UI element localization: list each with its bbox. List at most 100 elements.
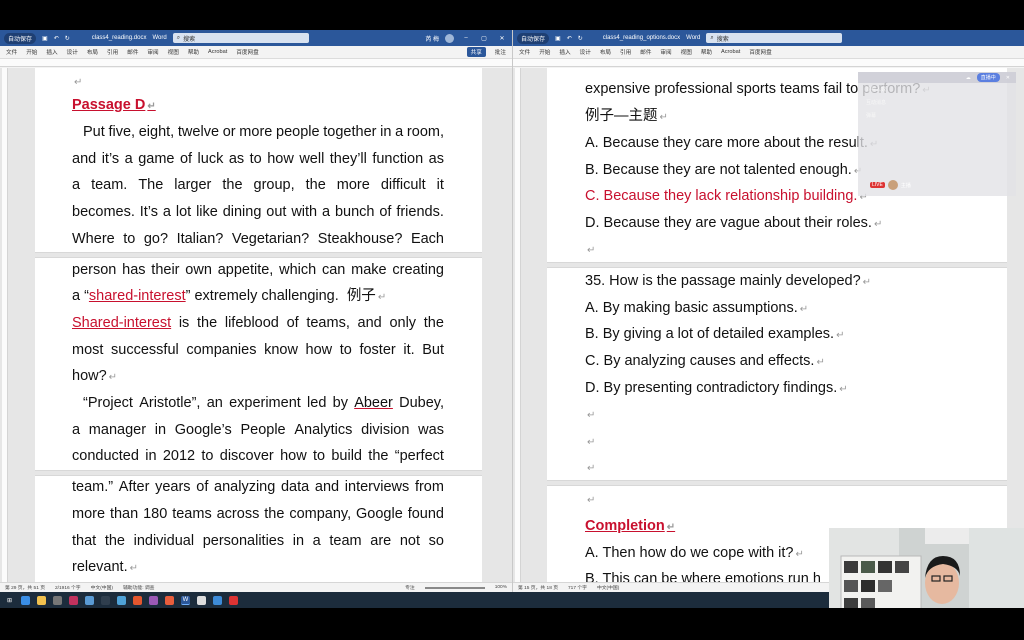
word: Where [72, 231, 115, 247]
app-icon[interactable] [229, 595, 238, 605]
app-icon[interactable] [197, 595, 206, 605]
zoom-slider[interactable] [424, 586, 485, 589]
word: to [201, 448, 214, 464]
word: how [280, 448, 307, 464]
accessibility[interactable]: 辅助功能: 调查 [123, 584, 154, 591]
horizontal-ruler[interactable] [0, 59, 512, 67]
vertical-ruler[interactable] [515, 68, 521, 582]
focus-mode-button[interactable]: 专注 [405, 584, 415, 591]
live-status-pill[interactable]: 直播中 [976, 73, 1000, 82]
firefox-icon[interactable] [133, 595, 142, 605]
search-box[interactable]: ⌕ 搜索 [706, 33, 843, 43]
left-title-bar: 自动保存 ▣ ↶ ↻ class4_reading.docx Word ⌕ 搜索… [0, 30, 512, 46]
word: a [124, 151, 133, 167]
redo-icon[interactable]: ↻ [65, 35, 70, 42]
autosave-toggle[interactable]: 自动保存 [517, 32, 550, 44]
app-icon[interactable] [101, 595, 110, 605]
app-icon[interactable] [149, 595, 158, 605]
page-count[interactable]: 第 29 页，共 51 页 [5, 584, 45, 591]
word: team. [91, 177, 128, 193]
folder-icon[interactable] [37, 595, 46, 605]
tab-home[interactable]: 开始 [539, 48, 550, 56]
tab-insert[interactable]: 插入 [559, 48, 570, 56]
tab-layout[interactable]: 布局 [600, 48, 611, 56]
tab-baidu[interactable]: 百度网盘 [749, 48, 771, 56]
word: build [331, 448, 362, 464]
tab-references[interactable]: 引用 [107, 48, 118, 56]
tab-acrobat[interactable]: Acrobat [721, 49, 740, 55]
cloud-icon: ☁ [965, 74, 971, 81]
close-icon[interactable]: ✕ [496, 35, 508, 42]
maximize-icon[interactable]: ▢ [478, 35, 490, 42]
word: data [280, 479, 310, 495]
windows-start-icon[interactable]: ⊞ [5, 596, 14, 605]
tab-design[interactable]: 设计 [580, 48, 591, 56]
shared-interest-link[interactable]: shared-interest [89, 288, 186, 304]
word: an [206, 395, 223, 411]
horizontal-ruler[interactable] [513, 59, 1024, 67]
autosave-toggle[interactable]: 自动保存 [4, 32, 37, 44]
shared-interest-link[interactable]: Shared-interest [72, 310, 171, 337]
tab-review[interactable]: 审阅 [147, 48, 158, 56]
share-button[interactable]: 共享 [466, 47, 486, 57]
tab-mailings[interactable]: 邮件 [640, 48, 651, 56]
save-icon[interactable]: ▣ [42, 35, 48, 42]
word: 2012 [162, 448, 196, 464]
save-icon[interactable]: ▣ [555, 35, 561, 42]
minimize-icon[interactable]: – [460, 35, 472, 41]
app-icon[interactable] [85, 595, 94, 605]
tab-acrobat[interactable]: Acrobat [208, 49, 227, 55]
live-badge: LIVE [870, 182, 885, 188]
word: manager [88, 422, 147, 438]
word: the [264, 506, 285, 522]
zoom-level[interactable]: 100% [495, 585, 507, 590]
word: lot [175, 204, 192, 220]
vertical-ruler[interactable] [2, 68, 8, 582]
tab-layout[interactable]: 布局 [87, 48, 98, 56]
tab-review[interactable]: 审阅 [660, 48, 671, 56]
undo-icon[interactable]: ↶ [567, 35, 572, 42]
option-d: D. Because they are vague about their ro… [585, 215, 883, 231]
tab-help[interactable]: 帮助 [188, 48, 199, 56]
page-count[interactable]: 第 15 页，共 18 页 [518, 584, 558, 591]
word-icon[interactable]: W [181, 595, 190, 605]
word: individual [133, 533, 195, 549]
app-icon[interactable] [165, 595, 174, 605]
word: across [216, 506, 260, 522]
comments-button[interactable]: 批注 [495, 48, 506, 56]
search-box[interactable]: ⌕ 搜索 [172, 33, 309, 43]
app-icon[interactable] [69, 595, 78, 605]
tab-file[interactable]: 文件 [6, 48, 17, 56]
tab-file[interactable]: 文件 [519, 48, 530, 56]
edge-icon[interactable] [21, 595, 30, 605]
word-count[interactable]: 717 个字 [568, 584, 587, 591]
tab-design[interactable]: 设计 [67, 48, 78, 56]
tab-help[interactable]: 帮助 [701, 48, 712, 56]
avatar[interactable] [445, 33, 454, 43]
left-status-bar: 第 29 页，共 51 页 2/1916 个字 中文(中国) 辅助功能: 调查 … [0, 582, 512, 592]
avatar[interactable] [887, 180, 898, 190]
undo-icon[interactable]: ↶ [54, 35, 59, 42]
tab-mailings[interactable]: 邮件 [127, 48, 138, 56]
word: Google’s [174, 422, 232, 438]
app-icon[interactable] [117, 595, 126, 605]
tab-view[interactable]: 视图 [681, 48, 692, 56]
passage-line: that the individual personalities in a team are… [72, 528, 444, 555]
tab-home[interactable]: 开始 [26, 48, 37, 56]
word-count[interactable]: 2/1916 个字 [55, 584, 81, 591]
tab-references[interactable]: 引用 [620, 48, 631, 56]
store-icon[interactable] [53, 595, 62, 605]
word: lifeblood [224, 315, 279, 331]
redo-icon[interactable]: ↻ [578, 35, 583, 42]
left-page[interactable]: ↵ Passage D ↵ Put five, eight, twelve or more p… [35, 68, 482, 582]
left-document-area[interactable]: ↵ Passage D ↵ Put five, eight, twelve or more p… [0, 68, 512, 582]
tab-view[interactable]: 视图 [168, 48, 179, 56]
app-icon[interactable] [213, 595, 222, 605]
tab-baidu[interactable]: 百度网盘 [236, 48, 258, 56]
word: companies [186, 342, 257, 358]
tab-insert[interactable]: 插入 [46, 48, 57, 56]
close-icon[interactable]: ✕ [1006, 75, 1010, 81]
word: a [395, 124, 404, 140]
language[interactable]: 中文(中国) [597, 584, 619, 591]
language[interactable]: 中文(中国) [91, 584, 113, 591]
